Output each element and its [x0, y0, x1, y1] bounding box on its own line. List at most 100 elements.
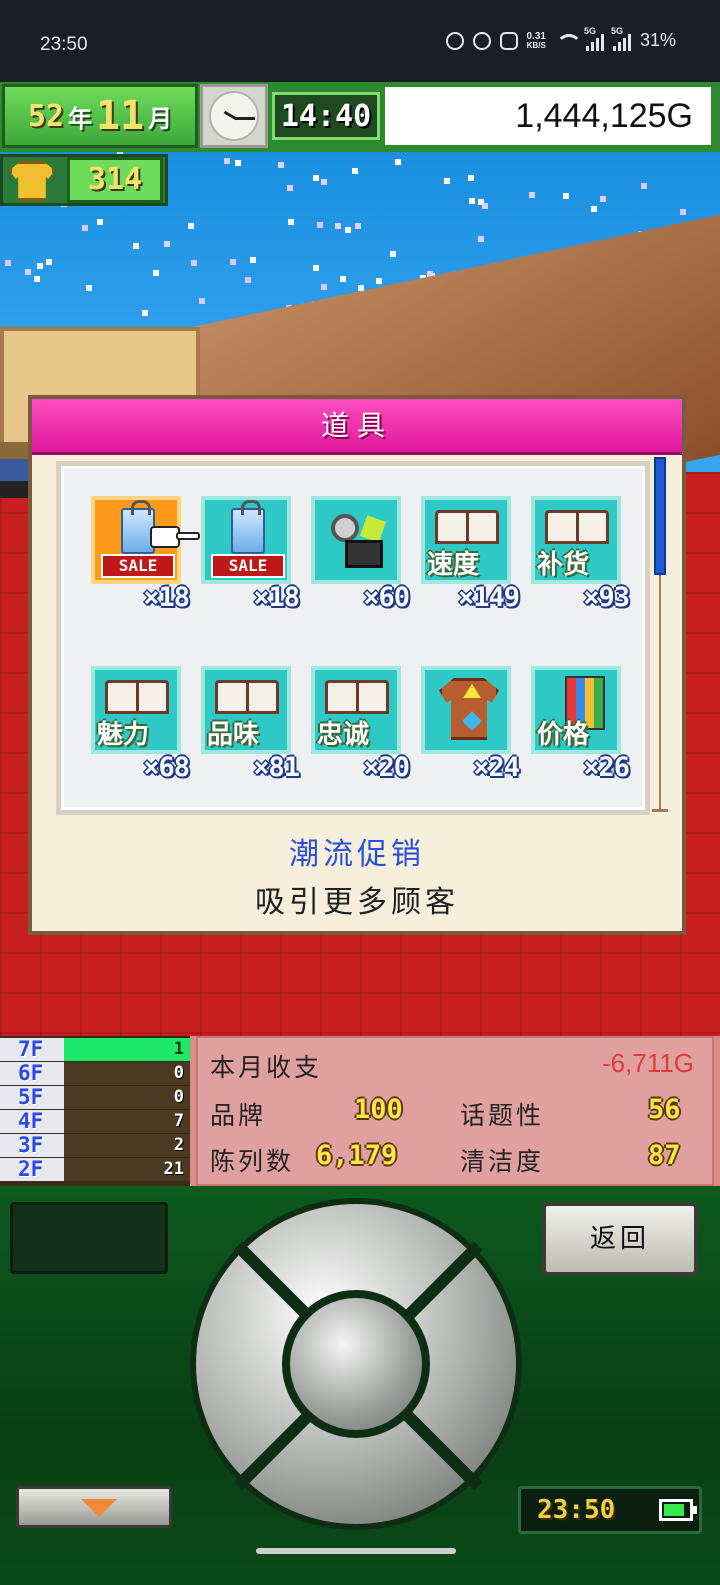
dpad-center-button[interactable] [282, 1290, 430, 1438]
confetti-piece [5, 260, 11, 266]
display-label: 陈列数 [210, 1147, 295, 1176]
floor-row[interactable]: 4F 7 [0, 1110, 190, 1133]
confetti-piece [335, 223, 341, 229]
brand-label: 品牌 [210, 1101, 267, 1130]
floor-value: 2 [173, 1135, 184, 1155]
item-count: ×149 [457, 582, 520, 613]
item-slot[interactable]: 忠诚 ×20 [311, 666, 410, 790]
display-value: 6,179 [316, 1140, 398, 1171]
confetti-piece [321, 284, 327, 290]
item-slot[interactable]: SALE ×18 [201, 496, 300, 620]
floor-value: 0 [173, 1087, 184, 1107]
item-label: 补货 [537, 550, 590, 580]
item-label: 速度 [427, 550, 480, 580]
item-count: ×26 [583, 752, 630, 783]
floor-row[interactable]: 6F 0 [0, 1062, 190, 1085]
confetti-piece [199, 298, 205, 304]
signal-icon: 5G [584, 26, 604, 51]
items-panel: SALE ×18 SALE ×18 ×60 速度 ×149 补货 ×93 魅力 … [56, 461, 650, 815]
confetti-piece [680, 209, 686, 215]
item-count: ×18 [253, 582, 300, 613]
confetti-piece [82, 225, 88, 231]
customer-sprite [0, 442, 28, 498]
mini-screen [10, 1202, 168, 1274]
item-slot[interactable]: ×24 [421, 666, 520, 790]
year-value: 52 [27, 98, 64, 134]
book-icon [325, 680, 389, 714]
net-speed: 0.31 KB/S [526, 31, 546, 50]
floor-row[interactable]: 2F 21 [0, 1158, 190, 1181]
dialog-title: 道具 [32, 399, 682, 455]
confetti-piece [444, 178, 450, 184]
dpad[interactable] [190, 1198, 522, 1530]
item-slot[interactable]: 补货 ×93 [531, 496, 630, 620]
floor-row[interactable]: 3F 2 [0, 1134, 190, 1157]
brand-value: 100 [354, 1094, 403, 1125]
sale-tag: SALE [211, 554, 285, 578]
confetti-piece [355, 223, 361, 229]
status-time: 23:50 [40, 34, 88, 55]
item-slot[interactable]: SALE ×18 [91, 496, 190, 620]
confetti-piece [352, 168, 358, 174]
controller-panel: 返回 23:50 [0, 1186, 720, 1585]
floor-name: 2F [0, 1158, 64, 1181]
shirt-counter: 314 [0, 154, 168, 206]
device-clock: 23:50 [518, 1486, 702, 1534]
confetti-piece [46, 259, 52, 265]
item-label: 魅力 [97, 720, 150, 750]
shop-stats: 本月收支 -6,711G 品牌 100 话题性 56 陈列数 6,179 清洁度… [196, 1036, 714, 1186]
floor-value: 21 [163, 1159, 184, 1179]
scrollbar[interactable] [652, 457, 668, 812]
camera-icon [327, 514, 387, 570]
confetti-piece [376, 278, 382, 284]
item-description: 吸引更多顾客 [255, 885, 459, 920]
floor-row[interactable]: 7F 1 [0, 1038, 190, 1061]
floor-value: 7 [173, 1111, 184, 1131]
item-count: ×18 [143, 582, 190, 613]
game-date: 52 年 11 月 [2, 84, 198, 148]
clean-label: 清洁度 [460, 1147, 545, 1176]
item-slot[interactable]: 魅力 ×68 [91, 666, 190, 790]
confetti-piece [164, 241, 170, 247]
confetti-piece [278, 162, 284, 168]
home-indicator[interactable] [256, 1548, 456, 1554]
book-icon [215, 680, 279, 714]
confetti-piece [153, 270, 159, 276]
triangle-down-icon [81, 1499, 117, 1517]
item-slot[interactable]: ×60 [311, 496, 410, 620]
item-dialog: 道具 SALE ×18 SALE ×18 ×60 速度 ×149 补货 ×93 … [28, 395, 686, 935]
shirt-count: 314 [67, 157, 163, 203]
back-button[interactable]: 返回 [542, 1202, 698, 1276]
status-icons: 0.31 KB/S 5G 5G 31% [445, 26, 676, 51]
item-label: 忠诚 [317, 720, 370, 750]
clean-value: 87 [648, 1140, 681, 1171]
confetti-piece [37, 263, 43, 269]
confetti-piece [142, 310, 148, 316]
pointer-hand-icon [150, 524, 200, 550]
confetti-piece [478, 236, 484, 242]
confetti-piece [591, 206, 597, 212]
confetti-piece [313, 265, 319, 271]
item-slot[interactable]: 速度 ×149 [421, 496, 520, 620]
net-speed-unit: KB/S [526, 40, 546, 50]
sync-icon [445, 31, 464, 50]
floor-name: 3F [0, 1134, 64, 1157]
confetti-piece [563, 193, 569, 199]
battery-percent: 31% [639, 30, 676, 50]
confetti-piece [340, 276, 346, 282]
floor-row[interactable]: 5F 0 [0, 1086, 190, 1109]
confetti-piece [317, 222, 323, 228]
menu-toggle-button[interactable] [16, 1486, 172, 1528]
wifi-icon [555, 32, 582, 50]
item-slot[interactable]: 品味 ×81 [201, 666, 300, 790]
monthly-value: -6,711G [601, 1048, 694, 1078]
item-slot[interactable]: 价格 ×26 [531, 666, 630, 790]
confetti-piece [235, 160, 241, 166]
confetti-piece [345, 227, 351, 233]
item-count: ×24 [473, 752, 520, 783]
confetti-piece [133, 243, 139, 249]
floor-value: 0 [173, 1063, 184, 1083]
confetti-piece [529, 192, 535, 198]
item-count: ×60 [363, 582, 410, 613]
scroll-thumb[interactable] [654, 457, 666, 575]
